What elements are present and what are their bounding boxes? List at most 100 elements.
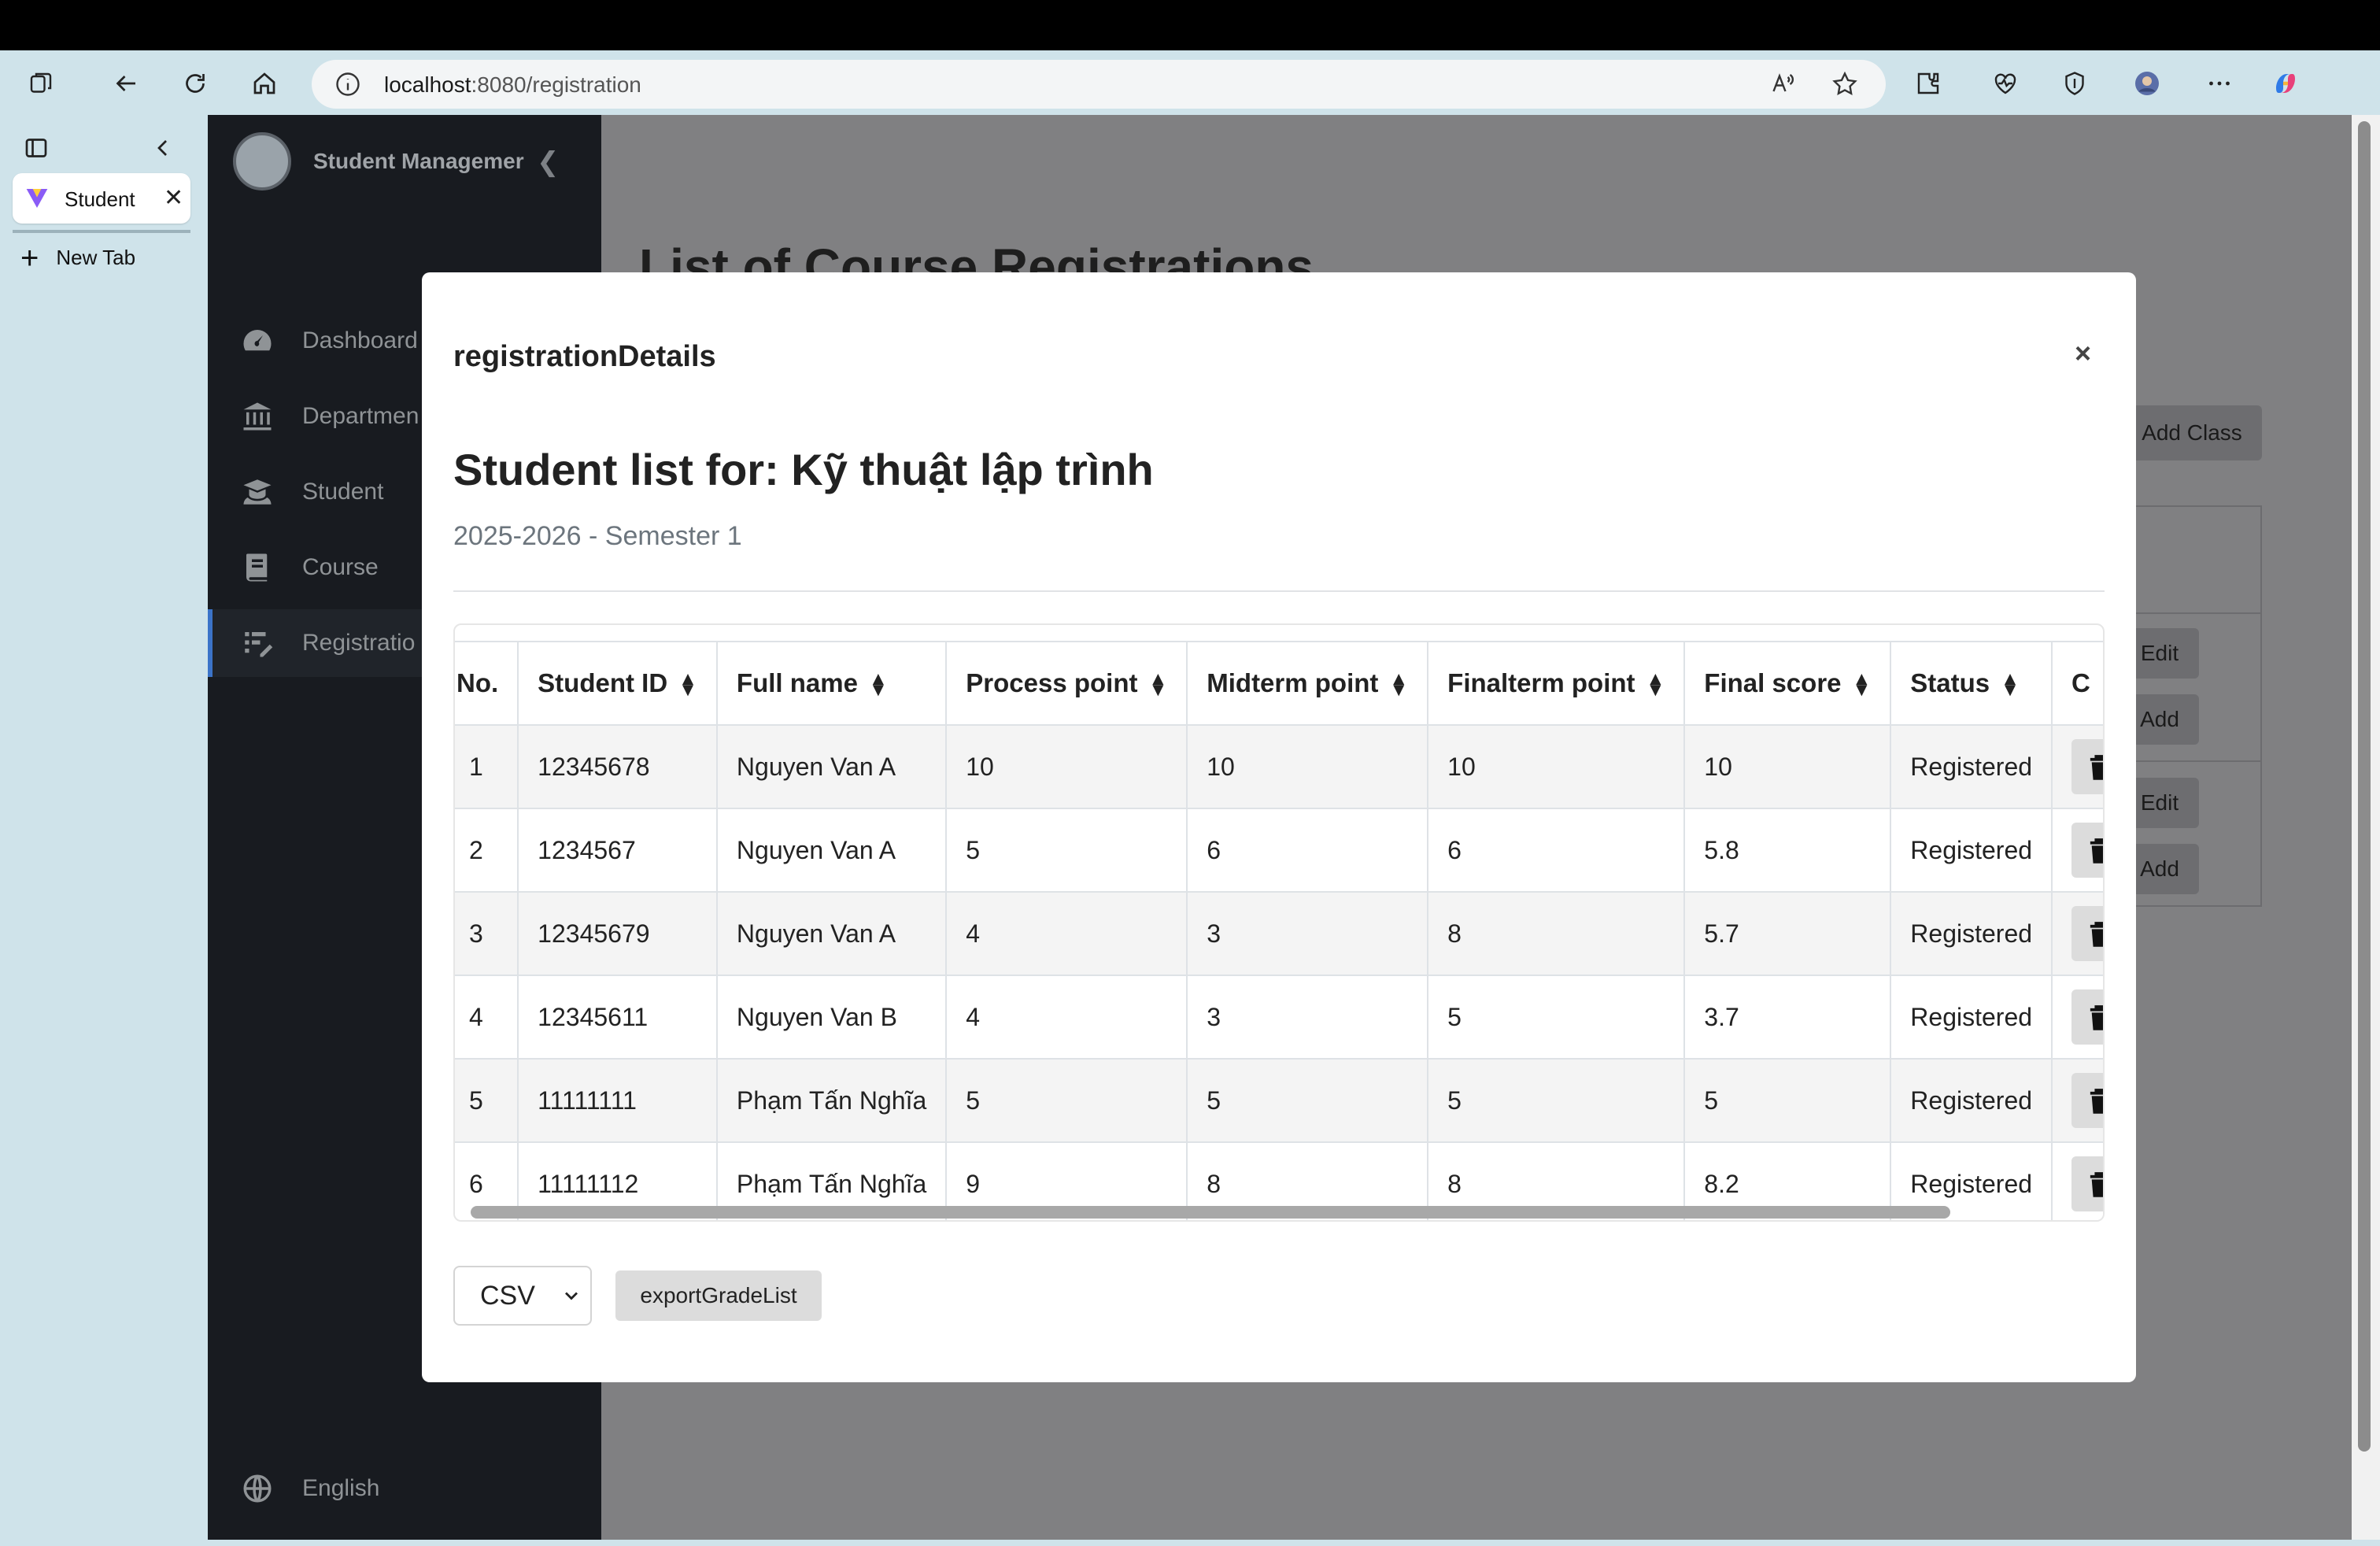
table-row: 3 12345679 Nguyen Van A 4 3 8 5.7 Regist…	[455, 892, 2103, 976]
new-tab-label: New Tab	[56, 246, 136, 269]
col-header-midterm-point[interactable]: Midterm point ▲ ▼	[1187, 641, 1429, 726]
cell-midterm-point: 6	[1187, 808, 1429, 893]
col-header-final-score[interactable]: Final score ▲ ▼	[1684, 641, 1892, 726]
add-label: Add	[2140, 856, 2179, 881]
delete-button[interactable]	[2071, 1073, 2103, 1128]
col-header-finalterm-point[interactable]: Finalterm point ▲ ▼	[1428, 641, 1686, 726]
table-header-row: No. Student ID ▲ ▼ Full name ▲ ▼ Process poi…	[455, 641, 2103, 726]
cell-student-id: 12345678	[518, 725, 718, 809]
cell-actions	[2052, 725, 2103, 809]
cell-full-name: Nguyen Van B	[716, 975, 948, 1060]
health-icon[interactable]	[1983, 61, 2027, 105]
cell-actions	[2052, 975, 2103, 1060]
scrollbar-thumb[interactable]	[2358, 121, 2371, 1452]
cell-actions	[2052, 1059, 2103, 1143]
cell-actions	[2052, 808, 2103, 893]
modal-title: registrationDetails	[453, 340, 716, 373]
sort-icon[interactable]: ▲ ▼	[2001, 670, 2020, 700]
sort-icon[interactable]: ▲ ▼	[678, 670, 697, 700]
tab-student[interactable]: Student ✕	[13, 173, 190, 224]
col-header-label: Finalterm point	[1447, 668, 1635, 697]
language-selector[interactable]: English	[241, 1472, 379, 1505]
semester-subtitle: 2025-2026 - Semester 1	[453, 521, 742, 551]
read-aloud-icon[interactable]	[1768, 70, 1796, 98]
cell-process-point: 5	[946, 808, 1188, 893]
export-format-select[interactable]: CSV	[453, 1266, 592, 1326]
tab-label: Student	[65, 187, 135, 211]
cell-final-score: 5	[1684, 1059, 1892, 1143]
col-header-process-point[interactable]: Process point ▲ ▼	[946, 641, 1188, 726]
workspaces-icon[interactable]	[19, 61, 63, 105]
sort-icon[interactable]: ▲ ▼	[1646, 670, 1665, 700]
export-label: exportGradeList	[640, 1283, 797, 1307]
cell-no: 4	[455, 975, 519, 1060]
export-grade-list-button[interactable]: exportGradeList	[615, 1270, 822, 1321]
sort-icon[interactable]: ▲ ▼	[1148, 670, 1167, 700]
table-horizontal-scrollbar[interactable]	[471, 1206, 1950, 1219]
url-text[interactable]: localhost:8080/registration	[384, 72, 641, 98]
sort-icon[interactable]: ▲ ▼	[1853, 670, 1872, 700]
col-header-label: Status	[1910, 668, 1990, 697]
divider	[453, 590, 2105, 592]
building-icon	[243, 402, 272, 431]
school-logo	[233, 132, 291, 190]
tab-actions-icon[interactable]	[14, 126, 58, 170]
col-header-label: No.	[456, 668, 499, 697]
chevron-down-icon	[565, 1292, 578, 1300]
profile-avatar[interactable]	[2125, 61, 2169, 105]
trash-icon	[2090, 922, 2103, 947]
tab-close-icon[interactable]: ✕	[164, 184, 183, 212]
col-header-label: C	[2071, 668, 2090, 697]
cell-actions	[2052, 892, 2103, 976]
add-class-label: Add Class	[2142, 420, 2242, 445]
cell-full-name: Phạm Tấn Nghĩa	[716, 1059, 948, 1143]
url-host: localhost	[384, 72, 471, 97]
site-info-icon[interactable]	[334, 70, 362, 98]
delete-button[interactable]	[2071, 989, 2103, 1045]
cell-status: Registered	[1890, 808, 2053, 893]
row-divider	[2134, 760, 2262, 762]
delete-button[interactable]	[2071, 906, 2103, 961]
add-class-button[interactable]: Add Class	[2122, 405, 2262, 460]
cell-no: 1	[455, 725, 519, 809]
cell-final-score: 3.7	[1684, 975, 1892, 1060]
sort-icon[interactable]: ▲ ▼	[1389, 670, 1408, 700]
copilot-icon[interactable]	[2264, 61, 2308, 105]
extensions-icon[interactable]	[1906, 61, 1950, 105]
edit-label: Edit	[2140, 790, 2179, 815]
delete-button[interactable]	[2071, 739, 2103, 794]
cell-no: 2	[455, 808, 519, 893]
registration-icon	[245, 632, 273, 657]
collapse-tabs-icon[interactable]	[142, 126, 186, 170]
favorite-star-icon[interactable]	[1831, 70, 1859, 98]
cell-final-score: 10	[1684, 725, 1892, 809]
shield-icon[interactable]	[2053, 61, 2097, 105]
modal-close-icon[interactable]: ×	[2075, 337, 2091, 370]
language-label: English	[302, 1475, 380, 1501]
delete-button[interactable]	[2071, 1156, 2103, 1211]
col-header-label: Final score	[1704, 668, 1842, 697]
cell-full-name: Nguyen Van A	[716, 808, 948, 893]
col-header-status[interactable]: Status ▲ ▼	[1890, 641, 2053, 726]
registration-details-modal: registrationDetails × Student list for: …	[422, 272, 2136, 1382]
delete-button[interactable]	[2071, 823, 2103, 878]
address-bar[interactable]: localhost:8080/registration	[312, 60, 1886, 109]
new-tab-button[interactable]: + New Tab	[20, 242, 136, 274]
col-header-full-name[interactable]: Full name ▲ ▼	[716, 641, 948, 726]
reload-icon[interactable]	[173, 61, 217, 105]
more-menu-icon[interactable]	[2197, 61, 2241, 105]
globe-icon	[243, 1474, 272, 1503]
sort-icon[interactable]: ▲ ▼	[869, 670, 888, 700]
sidebar-collapse-icon[interactable]: ❮	[537, 146, 560, 178]
sidebar-item-label: Registratio	[302, 630, 416, 656]
brand: Student Managemer	[233, 132, 527, 190]
home-icon[interactable]	[242, 61, 286, 105]
url-path: :8080/registration	[471, 72, 641, 97]
cell-no: 5	[455, 1059, 519, 1143]
back-icon[interactable]	[104, 61, 148, 105]
sidebar-item-label: Course	[302, 554, 379, 580]
col-header-student-id[interactable]: Student ID ▲ ▼	[518, 641, 718, 726]
grades-table-container[interactable]: No. Student ID ▲ ▼ Full name ▲ ▼ Process poi…	[453, 623, 2105, 1222]
cell-no: 3	[455, 892, 519, 976]
page-scrollbar[interactable]	[2352, 115, 2380, 1540]
